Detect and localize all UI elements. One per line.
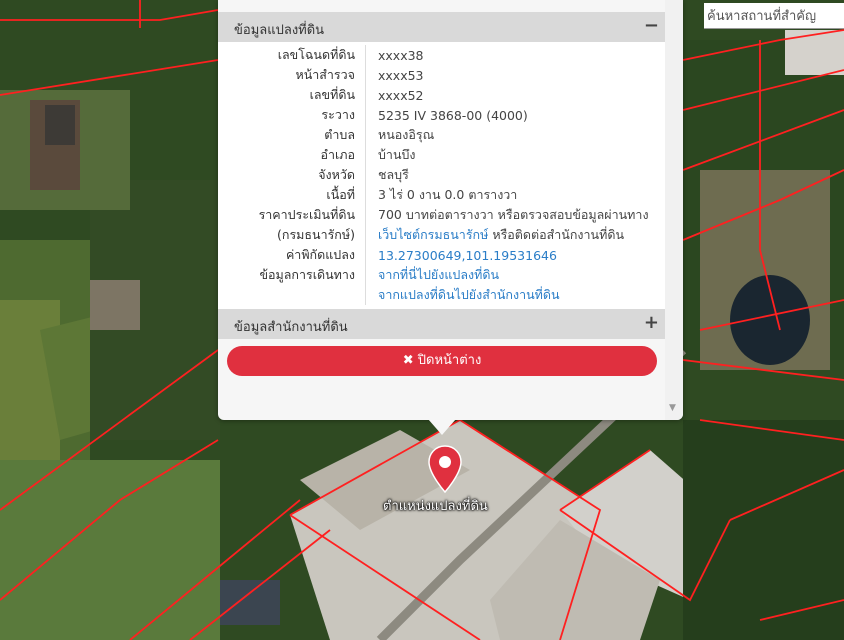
coords-link[interactable]: 13.27300649,101.19531646 (378, 248, 557, 263)
treasury-website-link[interactable]: เว็บไซต์กรมธนารักษ์ (378, 227, 488, 242)
row-value: xxxx52 (378, 87, 424, 103)
table-row: ระวาง 5235 IV 3868-00 (4000) (218, 105, 665, 125)
row-label: หน้าสำรวจ (218, 65, 366, 85)
pin-hole (439, 456, 451, 468)
travel-label: ข้อมูลการเดินทาง (218, 265, 366, 285)
parcel-info-header[interactable]: ข้อมูลแปลงที่ดิน − (218, 12, 665, 42)
marker-label: ตำแหน่งแปลงที่ดิน (383, 499, 488, 514)
coords-value: 13.27300649,101.19531646 (366, 245, 666, 265)
table-row: ตำบล หนองอิรุณ (218, 125, 665, 145)
row-value: xxxx38 (378, 47, 424, 63)
row-value: xxxx53 (378, 67, 424, 83)
scroll-down-arrow-icon[interactable]: ▼ (669, 403, 676, 413)
office-info-title: ข้อมูลสำนักงานที่ดิน (234, 320, 348, 335)
price-label: ราคาประเมินที่ดิน (218, 205, 366, 225)
close-window-button[interactable]: ✖ ปิดหน้าต่าง (227, 346, 657, 376)
collapse-icon[interactable]: − (644, 15, 659, 36)
travel-value: จากที่นี่ไปยังแปลงที่ดิน (366, 265, 666, 285)
expand-icon[interactable]: + (644, 312, 659, 333)
table-row: ค่าพิกัดแปลง 13.27300649,101.19531646 (218, 245, 665, 265)
row-label: จังหวัด (218, 165, 366, 185)
popup-scrollbar[interactable] (665, 0, 683, 420)
table-row: จากแปลงที่ดินไปยังสำนักงานที่ดิน (218, 285, 665, 305)
row-value: หนองอิรุณ (378, 127, 435, 142)
travel-value: จากแปลงที่ดินไปยังสำนักงานที่ดิน (366, 285, 666, 305)
table-row: เลขโฉนดที่ดิน xxxx38 (218, 45, 665, 65)
directions-to-office-link[interactable]: จากแปลงที่ดินไปยังสำนักงานที่ดิน (378, 287, 560, 302)
treasury-value: เว็บไซต์กรมธนารักษ์ หรือติดต่อสำนักงานที… (366, 225, 666, 245)
pin-shape (428, 445, 462, 494)
row-value: 3 ไร่ 0 งาน 0.0 ตารางวา (378, 187, 518, 202)
row-label: อำเภอ (218, 145, 366, 165)
office-info-header[interactable]: ข้อมูลสำนักงานที่ดิน + (218, 309, 665, 339)
row-label: เลขที่ดิน (218, 85, 366, 105)
grass-patch (0, 460, 220, 640)
building (785, 30, 844, 75)
table-row: เนื้อที่ 3 ไร่ 0 งาน 0.0 ตารางวา (218, 185, 665, 205)
close-icon: ✖ (402, 353, 414, 368)
table-row: (กรมธนารักษ์) เว็บไซต์กรมธนารักษ์ หรือติ… (218, 225, 665, 245)
price-value: 700 บาทต่อตารางวา หรือตรวจสอบข้อมูลผ่านท… (378, 207, 649, 222)
map-pin-icon[interactable] (427, 444, 463, 494)
parcel-info-body: เลขโฉนดที่ดิน xxxx38 หน้าสำรวจ xxxx53 เลขที่… (218, 42, 665, 309)
treasury-label: (กรมธนารักษ์) (218, 225, 366, 245)
row-label: เลขโฉนดที่ดิน (218, 45, 366, 65)
parcel-info-popup: ข้อมูลแปลงที่ดิน − เลขโฉนดที่ดิน xxxx38 หน… (218, 0, 683, 420)
row-value: บ้านบึง (378, 147, 416, 162)
row-label: ระวาง (218, 105, 366, 125)
close-window-label: ปิดหน้าต่าง (417, 353, 482, 368)
contact-office-text: หรือติดต่อสำนักงานที่ดิน (488, 227, 624, 242)
parcel-info-table: เลขโฉนดที่ดิน xxxx38 หน้าสำรวจ xxxx53 เลขที่… (218, 45, 665, 305)
popup-pointer (428, 419, 456, 435)
row-value: 5235 IV 3868-00 (4000) (378, 107, 528, 123)
row-label: ตำบล (218, 125, 366, 145)
building (45, 105, 75, 145)
directions-to-parcel-link[interactable]: จากที่นี่ไปยังแปลงที่ดิน (378, 267, 499, 282)
dirt-patch (90, 280, 140, 330)
landmark-search-input[interactable]: ค้นหาสถานที่สำคัญ (704, 3, 844, 29)
coords-label: ค่าพิกัดแปลง (218, 245, 366, 265)
travel-label-empty (218, 285, 366, 305)
table-row: ราคาประเมินที่ดิน 700 บาทต่อตารางวา หรือ… (218, 205, 665, 225)
parcel-info-title: ข้อมูลแปลงที่ดิน (234, 23, 325, 38)
table-row: หน้าสำรวจ xxxx53 (218, 65, 665, 85)
table-row: จังหวัด ชลบุรี (218, 165, 665, 185)
row-value: ชลบุรี (378, 167, 409, 182)
forest-patch (683, 420, 844, 640)
building (220, 580, 280, 625)
row-label: เนื้อที่ (218, 185, 366, 205)
table-row: ข้อมูลการเดินทาง จากที่นี่ไปยังแปลงที่ดิ… (218, 265, 665, 285)
table-row: เลขที่ดิน xxxx52 (218, 85, 665, 105)
table-row: อำเภอ บ้านบึง (218, 145, 665, 165)
